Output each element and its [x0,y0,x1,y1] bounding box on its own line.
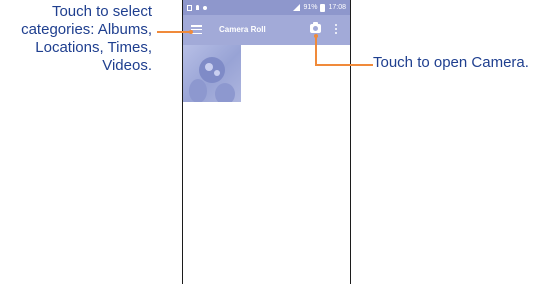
app-bar: Camera Roll [183,15,350,45]
callout-line: categories: Albums, [21,21,152,38]
callout-categories: Touch to select categories: Albums, Loca… [0,3,152,75]
battery-icon [320,3,326,12]
signal-icon [293,4,301,11]
status-bar: 91% 17:08 [183,0,350,15]
callout-line: Locations, Times, [35,39,152,56]
more-vert-icon[interactable] [335,24,338,36]
phone-screen: 91% 17:08 Camera Roll [182,0,351,284]
callout-open-camera: Touch to open Camera. [373,54,529,71]
camera-icon[interactable] [310,22,321,33]
battery-percent: 91% [303,4,318,11]
clock: 17:08 [328,4,346,11]
connector-line-left [157,31,191,33]
connector-dot-left [189,30,193,34]
page-title: Camera Roll [219,25,266,34]
connector-line-right-vertical [315,36,317,66]
callout-line: Videos. [102,57,152,74]
callout-line: Touch to select [51,3,152,20]
notification-icon [196,5,199,10]
gallery-thumbnail[interactable] [183,45,241,102]
connector-dot-right [314,34,318,38]
connector-line-right-horizontal [315,64,373,66]
location-icon [203,5,207,10]
sim-icon [187,4,192,11]
